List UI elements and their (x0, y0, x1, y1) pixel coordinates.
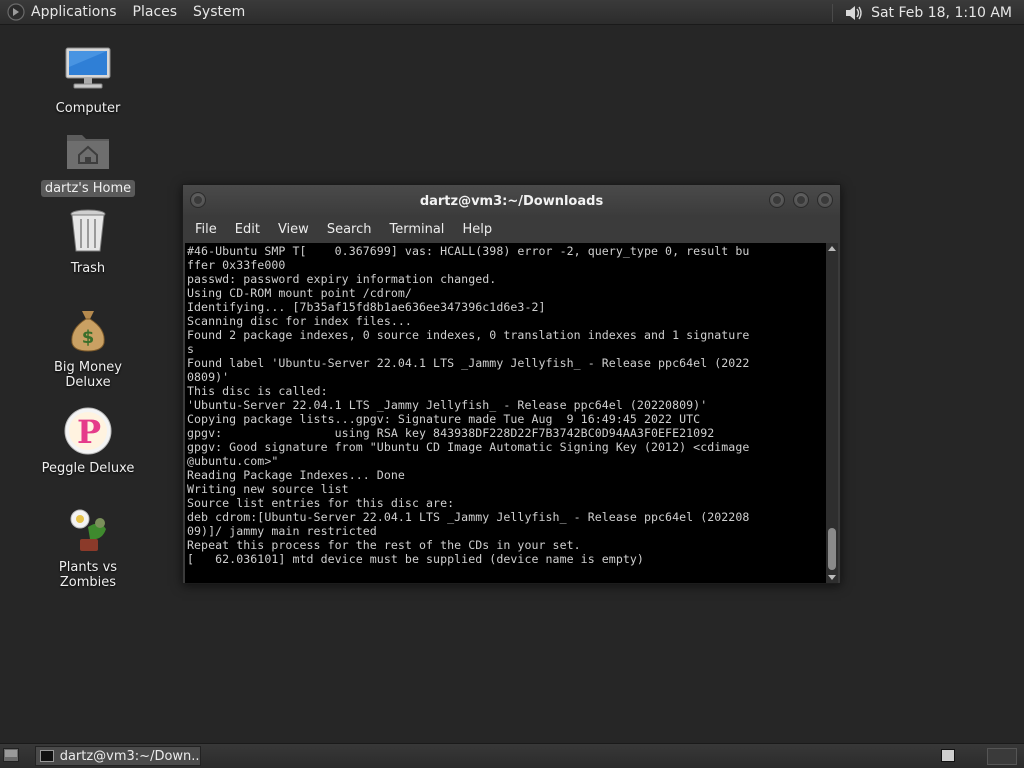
desktop-icon-pvz[interactable]: Plants vs Zombies (28, 505, 148, 591)
svg-text:$: $ (82, 327, 95, 348)
desktop-icon-home[interactable]: dartz's Home (28, 125, 148, 197)
menu-edit[interactable]: Edit (227, 222, 268, 237)
money-bag-icon: $ (71, 311, 105, 352)
bottom-panel: dartz@vm3:~/Down... (0, 743, 1024, 768)
terminal-line: Copying package lists...gpgv: Signature … (187, 412, 701, 426)
svg-text:P: P (77, 413, 101, 451)
window-title: dartz@vm3:~/Downloads (419, 194, 604, 209)
trash-icon (70, 209, 106, 252)
speaker-icon[interactable] (843, 3, 865, 23)
desktop-icon-label: Trash (70, 261, 106, 276)
terminal-icon (40, 750, 54, 762)
menu-search[interactable]: Search (319, 222, 380, 237)
scrollbar-thumb[interactable] (828, 528, 836, 570)
terminal-line: Using CD-ROM mount point /cdrom/ (187, 286, 412, 300)
menu-file[interactable]: File (187, 222, 225, 237)
places-menu[interactable]: Places (133, 4, 178, 20)
terminal-line: ffer 0x33fe000 (187, 258, 286, 272)
close-button[interactable] (817, 192, 833, 208)
taskbar-terminal-button[interactable]: dartz@vm3:~/Down... (35, 746, 201, 766)
notification-area: Sat Feb 18, 1:10 AM (832, 0, 1012, 25)
terminal-line: Found label 'Ubuntu-Server 22.04.1 LTS _… (187, 356, 750, 370)
window-menu-button[interactable] (190, 192, 206, 208)
terminal-output[interactable]: #46-Ubuntu SMP T[ 0.367699] vas: HCALL(3… (185, 243, 826, 583)
desktop-icon-label: Computer (55, 101, 121, 116)
terminal-line: Scanning disc for index files... (187, 314, 412, 328)
desktop-icon-computer[interactable]: Computer (28, 45, 148, 117)
desktop-icon-label: Plants vs Zombies (58, 560, 118, 590)
terminal-menubar: File Edit View Search Terminal Help (183, 215, 840, 243)
terminal-scrollbar[interactable] (826, 243, 838, 583)
desktop-icon-label: dartz's Home (40, 180, 136, 197)
menu-help[interactable]: Help (454, 222, 500, 237)
terminal-line: This disc is called: (187, 384, 328, 398)
show-desktop-icon[interactable] (3, 748, 19, 762)
terminal-line: Writing new source list (187, 482, 349, 496)
plants-vs-zombies-icon (70, 509, 106, 551)
menu-view[interactable]: View (270, 222, 317, 237)
terminal-line: Repeat this process for the rest of the … (187, 538, 581, 552)
desktop-icon-trash[interactable]: Trash (28, 205, 148, 277)
terminal-line: @ubuntu.com>" (187, 454, 279, 468)
scroll-up-arrow-icon[interactable] (828, 246, 836, 251)
terminal-line: Identifying... [7b35af15fd8b1ae636ee3473… (187, 300, 546, 314)
peggle-icon: P (64, 407, 112, 455)
terminal-line: Found 2 package indexes, 0 source indexe… (187, 328, 750, 342)
terminal-line: 0809)' (187, 370, 230, 384)
desktop-icon-label: Peggle Deluxe (41, 461, 135, 476)
home-folder-icon (67, 135, 109, 169)
gnome-foot-icon[interactable] (7, 3, 25, 21)
top-panel: Applications Places System Sat Feb 18, 1… (0, 0, 1024, 25)
applications-menu[interactable]: Applications (31, 4, 117, 20)
terminal-line: #46-Ubuntu SMP T[ 0.367699] vas: HCALL(3… (187, 244, 750, 258)
desktop-icon-peggle[interactable]: P Peggle Deluxe (28, 405, 148, 477)
maximize-button[interactable] (793, 192, 809, 208)
terminal-line: s (187, 342, 195, 356)
terminal-line: deb cdrom:[Ubuntu-Server 22.04.1 LTS _Ja… (187, 510, 750, 524)
desktop-icon-label: Big Money Deluxe (53, 360, 122, 390)
desktop-icon-big-money[interactable]: $ Big Money Deluxe (28, 305, 148, 391)
terminal-window[interactable]: dartz@vm3:~/Downloads File Edit View Sea… (182, 184, 841, 584)
taskbar-label: dartz@vm3:~/Down... (59, 748, 200, 764)
menu-terminal[interactable]: Terminal (381, 222, 452, 237)
terminal-line: Source list entries for this disc are: (187, 496, 455, 510)
panel-separator (832, 3, 834, 22)
scroll-down-arrow-icon[interactable] (828, 575, 836, 580)
terminal-line: [ 62.036101] mtd device must be supplied… (187, 552, 644, 566)
window-titlebar[interactable]: dartz@vm3:~/Downloads (183, 185, 840, 215)
terminal-line: 'Ubuntu-Server 22.04.1 LTS _Jammy Jellyf… (187, 398, 708, 412)
terminal-line: 09)]/ jammy main restricted (187, 524, 377, 538)
workspace-2-icon[interactable] (987, 748, 1017, 765)
computer-icon (65, 47, 111, 89)
system-menu[interactable]: System (193, 4, 245, 20)
minimize-button[interactable] (769, 192, 785, 208)
terminal-line: gpgv: Good signature from "Ubuntu CD Ima… (187, 440, 750, 454)
terminal-line: gpgv: using RSA key 843938DF228D22F7B374… (187, 426, 715, 440)
clock[interactable]: Sat Feb 18, 1:10 AM (871, 5, 1012, 21)
terminal-line: passwd: password expiry information chan… (187, 272, 497, 286)
terminal-line: Reading Package Indexes... Done (187, 468, 405, 482)
workspace-switcher-icon[interactable] (941, 749, 955, 762)
